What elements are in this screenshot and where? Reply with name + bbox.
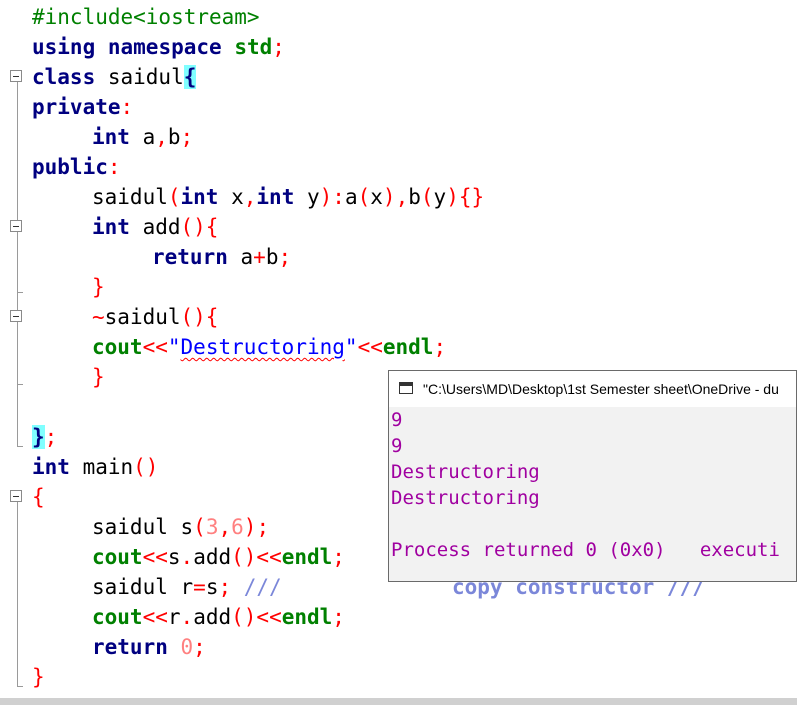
- code-line-4: private:: [32, 95, 134, 119]
- code-line-10: }: [92, 275, 105, 299]
- code-line-16: int main(): [32, 455, 159, 479]
- code-line-20: saidul r=s; ///copy constructor ///: [92, 572, 705, 602]
- console-line: 9: [391, 409, 403, 431]
- code-line-13: }: [92, 365, 105, 389]
- fold-toggle-destructor-icon[interactable]: [10, 310, 22, 322]
- misspelled-word: Destructoring: [180, 335, 345, 359]
- code-line-8: int add(){: [92, 215, 219, 239]
- console-line: Destructoring: [391, 487, 540, 509]
- code-line-12: cout<<"Destructoring"<<endl;: [92, 335, 447, 359]
- code-line-3: class saidul{: [32, 65, 197, 89]
- code-line-7: saidul(int x,int y):a(x),b(y){}: [92, 185, 485, 209]
- code-line-9: return a+b;: [152, 245, 292, 269]
- code-line-15: };: [32, 425, 58, 449]
- console-output: 9 9 Destructoring Destructoring Process …: [389, 407, 796, 581]
- code-editor[interactable]: #include<iostream> using namespace std; …: [0, 0, 797, 705]
- code-line-19: cout<<s.add()<<endl;: [92, 545, 345, 569]
- console-line: 9: [391, 435, 403, 457]
- fold-end-tick: [17, 446, 23, 447]
- code-line-2: using namespace std;: [32, 35, 285, 59]
- fold-toggle-add-icon[interactable]: [10, 220, 22, 232]
- console-title-text: "C:\Users\MD\Desktop\1st Semester sheet\…: [423, 381, 779, 397]
- editor-bottom-scrollbar[interactable]: [0, 698, 797, 705]
- fold-end-tick: [17, 292, 23, 293]
- code-line-21: cout<<r.add()<<endl;: [92, 605, 345, 629]
- code-line-23: }: [32, 665, 45, 689]
- console-window-icon: [399, 382, 413, 394]
- code-line-18: saidul s(3,6);: [92, 515, 270, 539]
- code-line-6: public:: [32, 155, 121, 179]
- code-line-11: ~saidul(){: [92, 305, 219, 329]
- console-line: Destructoring: [391, 461, 540, 483]
- console-window[interactable]: "C:\Users\MD\Desktop\1st Semester sheet\…: [388, 370, 797, 582]
- code-line-1: #include<iostream>: [32, 5, 260, 29]
- code-line-22: return 0;: [92, 635, 206, 659]
- fold-guide-main: [17, 502, 18, 686]
- fold-guide-class: [17, 82, 18, 446]
- fold-toggle-main-icon[interactable]: [10, 490, 22, 502]
- code-line-5: int a,b;: [92, 125, 194, 149]
- fold-toggle-class-icon[interactable]: [10, 70, 22, 82]
- code-line-17: {: [32, 485, 45, 509]
- console-line: Process returned 0 (0x0) executi: [391, 539, 780, 561]
- fold-end-tick: [17, 686, 23, 687]
- fold-end-tick: [17, 384, 23, 385]
- console-title-bar[interactable]: "C:\Users\MD\Desktop\1st Semester sheet\…: [389, 371, 796, 407]
